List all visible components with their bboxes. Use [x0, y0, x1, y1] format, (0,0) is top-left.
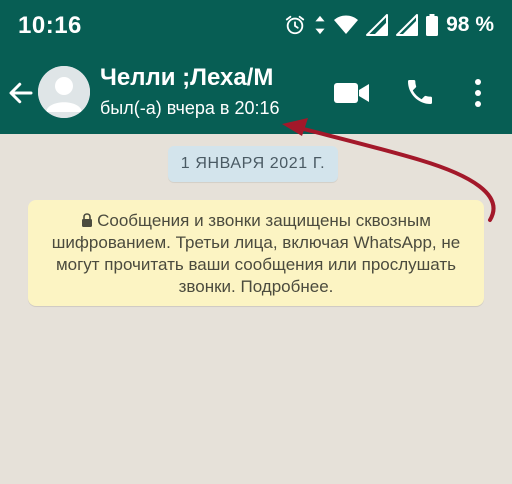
battery-percent: 98 %: [446, 13, 494, 36]
status-bar: 10:16 98 %: [0, 0, 512, 52]
phone-call-icon[interactable]: [404, 76, 436, 108]
last-seen-status[interactable]: был(-а) вчера в 20:16: [100, 98, 280, 119]
chat-messages-area[interactable]: 1 ЯНВАРЯ 2021 Г. Сообщения и звонки защи…: [0, 134, 512, 484]
signal-icon: [366, 14, 389, 36]
battery-icon: [426, 14, 439, 36]
data-arrows-icon: [315, 15, 325, 35]
encryption-notice[interactable]: Сообщения и звонки защищены сквозным шиф…: [28, 200, 484, 306]
avatar[interactable]: [38, 66, 90, 118]
avatar-placeholder-icon: [38, 66, 90, 118]
chat-header: Челли ;Леха/М был(-а) вчера в 20:16: [0, 52, 512, 134]
whatsapp-chat-screen: 10:16 98 % Челли ;Леха/М был(-а) вчера в…: [0, 0, 512, 484]
back-arrow-icon[interactable]: [6, 78, 36, 108]
contact-name[interactable]: Челли ;Леха/М: [100, 64, 273, 92]
wifi-icon: [334, 15, 359, 34]
status-icons: 98 %: [284, 10, 494, 40]
signal-icon: [396, 14, 419, 36]
alarm-icon: [285, 15, 305, 35]
more-vert-icon[interactable]: [468, 76, 488, 110]
status-time: 10:16: [18, 12, 82, 39]
lock-icon: [82, 213, 93, 227]
video-call-icon[interactable]: [334, 80, 370, 106]
date-separator: 1 ЯНВАРЯ 2021 Г.: [168, 146, 338, 182]
encryption-notice-text: Сообщения и звонки защищены сквозным шиф…: [51, 211, 461, 296]
